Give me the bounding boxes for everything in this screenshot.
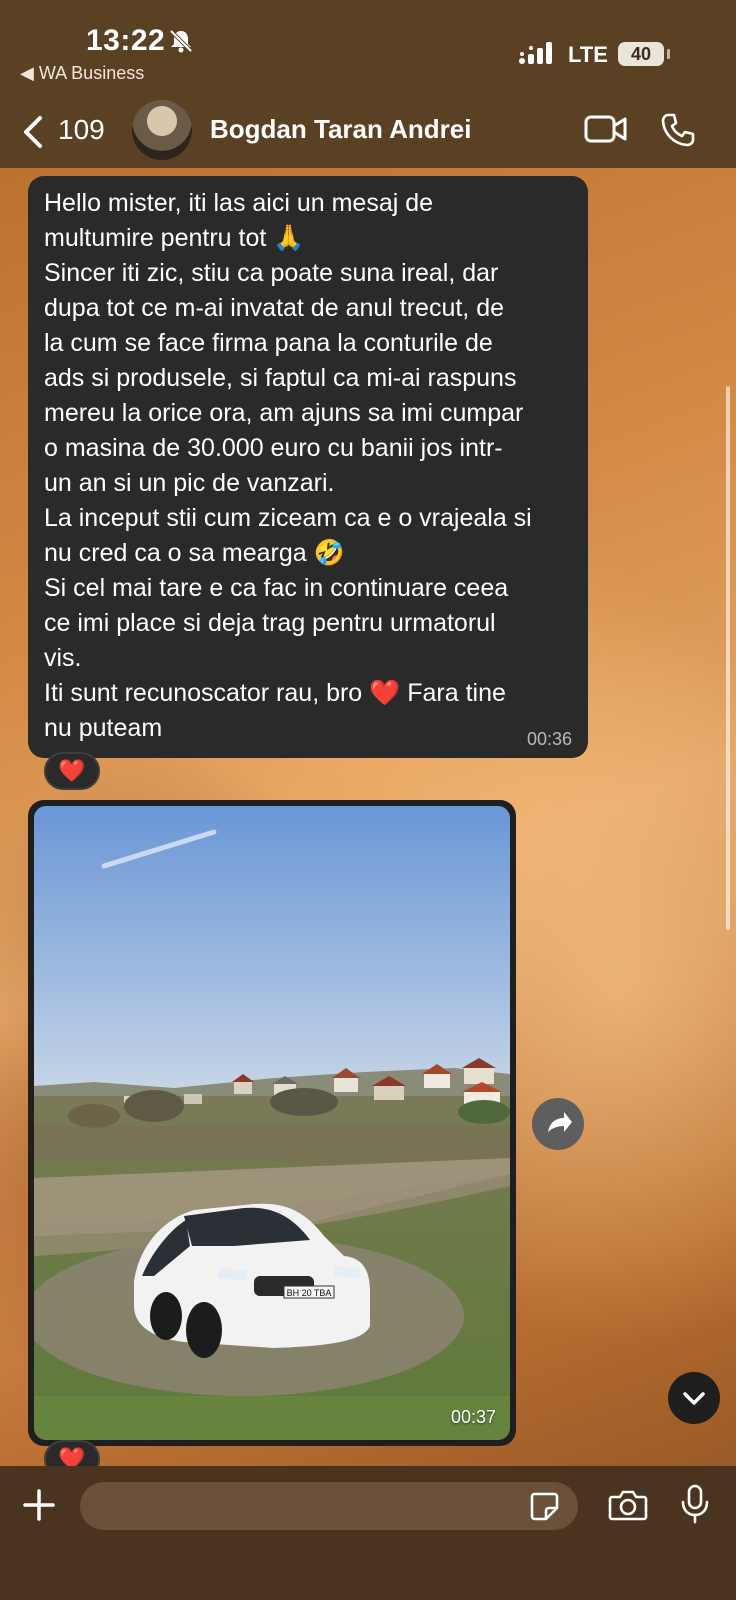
message-line: mereu la orice ora, am ajuns sa imi cump… (44, 399, 524, 427)
battery-icon (667, 49, 670, 59)
signal-icon (519, 42, 552, 64)
photo-timestamp: 00:37 (450, 1407, 496, 1427)
heart-reaction[interactable]: ❤️ (44, 752, 100, 790)
bell-muted-icon (169, 29, 193, 53)
message-line: multumire pentru tot 🙏 (44, 224, 305, 252)
message-input[interactable] (80, 1482, 578, 1530)
car-photo[interactable]: BH 20 TBA 00:37 (34, 806, 510, 1440)
contact-avatar[interactable] (132, 100, 192, 160)
message-line: vis. (44, 644, 82, 672)
incoming-text-message[interactable]: Hello mister, iti las aici un mesaj de m… (28, 176, 588, 758)
microphone-icon[interactable] (680, 1484, 710, 1524)
message-line: la cum se face firma pana la conturile d… (44, 329, 493, 357)
chevron-left-icon[interactable] (18, 112, 48, 152)
message-line: nu cred ca o sa mearga 🤣 (44, 539, 345, 567)
message-line: Sincer iti zic, stiu ca poate suna ireal… (44, 259, 499, 287)
battery-level: 40 (618, 42, 664, 66)
car-photo-image: BH 20 TBA (34, 806, 510, 1440)
network-type: LTE (568, 42, 608, 67)
message-line: un an si un pic de vanzari. (44, 469, 335, 497)
message-line: nu puteam (44, 714, 163, 742)
message-line: Si cel mai tare e ca fac in continuare c… (44, 574, 509, 602)
contact-name[interactable]: Bogdan Taran Andrei (210, 114, 471, 145)
forward-icon (548, 1112, 572, 1132)
forward-button[interactable] (532, 1098, 584, 1150)
status-time: 13:22 (86, 24, 166, 57)
unread-count[interactable]: 109 (58, 114, 105, 146)
back-to-app-link[interactable]: ◀ WA Business (20, 63, 144, 84)
chevron-down-icon (683, 1392, 705, 1405)
license-plate: BH 20 TBA (287, 1288, 332, 1298)
message-line: ce imi place si deja trag pentru urmator… (44, 609, 496, 637)
chat-header: 13:22 ◀ WA Business LTE 40 109 Bogdan Ta… (0, 0, 736, 168)
message-timestamp: 00:36 (526, 729, 572, 749)
camera-icon[interactable] (608, 1488, 648, 1522)
sticker-icon[interactable] (528, 1490, 560, 1522)
phone-call-icon[interactable] (660, 112, 696, 148)
message-line: dupa tot ce m-ai invatat de anul trecut,… (44, 294, 504, 322)
message-line: ads si produsele, si faptul ca mi-ai ras… (44, 364, 517, 392)
scrollbar[interactable] (726, 386, 730, 930)
message-line: Hello mister, iti las aici un mesaj de (44, 189, 434, 217)
message-line: Iti sunt recunoscator rau, bro ❤️ Fara t… (44, 679, 506, 707)
scroll-to-bottom-button[interactable] (668, 1372, 720, 1424)
plus-icon[interactable] (22, 1488, 56, 1522)
message-line: o masina de 30.000 euro cu banii jos int… (44, 434, 503, 462)
incoming-photo-message[interactable]: BH 20 TBA 00:37 (28, 800, 516, 1446)
video-call-icon[interactable] (584, 114, 628, 144)
message-line: La inceput stii cum ziceam ca e o vrajea… (44, 504, 532, 532)
